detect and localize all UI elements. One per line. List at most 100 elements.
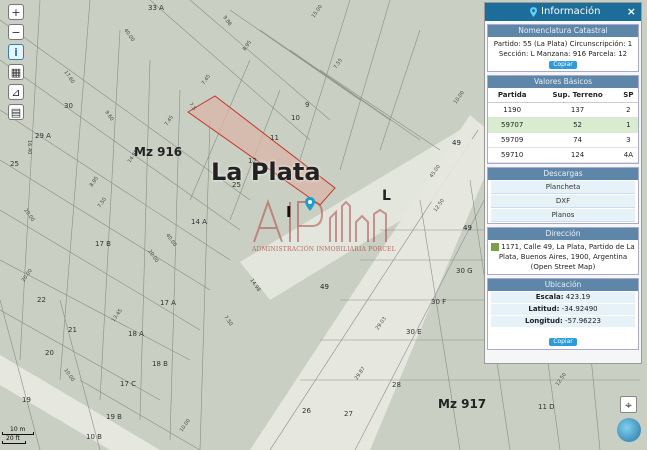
scale-bar: 10 m 20 ft: [2, 426, 42, 446]
dimension-label: 16.40: [26, 140, 32, 154]
parcel-label: 10: [291, 114, 300, 122]
latitud-label: Latitud:: [528, 305, 560, 313]
parcel-label: 21: [68, 326, 77, 334]
street-letter-i: I: [286, 203, 292, 221]
partida-cell: 1190: [488, 102, 537, 118]
parcel-label: 18 A: [128, 330, 144, 338]
parcel-label: 33 A: [148, 4, 164, 12]
watermark-caption: ADMINISTRACIÓN INMOBILIARIA PORCEL: [252, 246, 396, 253]
parcel-label: 11 D: [538, 403, 555, 411]
section-nomenclatura: Nomenclatura Catastral Partido: 55 (La P…: [487, 24, 639, 72]
locate-icon[interactable]: ⌖: [620, 396, 637, 413]
parcel-label: 10 B: [86, 433, 102, 441]
table-row[interactable]: 59710 124 4A: [488, 147, 638, 163]
parcel-label: 30 G: [456, 267, 473, 275]
scale-bar-imperial: [2, 441, 26, 444]
nomenclatura-line1: Partido: 55 (La Plata) Circunscripción: …: [493, 40, 633, 48]
parcel-label: 22: [37, 296, 46, 304]
escala-label: Escala:: [535, 293, 564, 301]
parcel-label: 19 B: [106, 413, 122, 421]
section-descargas: Descargas Plancheta DXF Planos: [487, 167, 639, 224]
location-pin-icon[interactable]: [305, 197, 315, 211]
partida-cell: 59709: [488, 132, 537, 148]
valores-table: Partida Sup. Terreno SP 1190 137 2 59707…: [488, 88, 638, 163]
location-pin-icon: [530, 7, 537, 17]
globe-icon[interactable]: [617, 418, 641, 442]
latitud-row: Latitud: -34.92490: [491, 304, 635, 315]
sp-cell: 3: [618, 132, 638, 148]
section-valores: Valores Básicos Partida Sup. Terreno SP …: [487, 75, 639, 164]
copy-button[interactable]: Copiar: [549, 338, 577, 346]
download-planos-link[interactable]: Planos: [491, 209, 635, 222]
section-header: Dirección: [488, 228, 638, 240]
latitud-value: -34.92490: [561, 305, 598, 313]
longitud-label: Longitud:: [525, 317, 563, 325]
sp-cell: 2: [618, 102, 638, 118]
parcel-label: 17 B: [95, 240, 111, 248]
partida-cell: 59707: [488, 117, 537, 133]
sp-cell: 1: [618, 117, 638, 133]
longitud-value: -57.96223: [565, 317, 601, 325]
table-row[interactable]: 1190 137 2: [488, 102, 638, 118]
download-plancheta-link[interactable]: Plancheta: [491, 181, 635, 194]
parcel-label: 18 B: [152, 360, 168, 368]
section-direccion: Dirección 1171, Calle 49, La Plata, Part…: [487, 227, 639, 275]
section-header: Nomenclatura Catastral: [488, 25, 638, 37]
parcel-label: 20: [45, 349, 54, 357]
terreno-cell: 52: [536, 117, 619, 133]
nomenclatura-line2: Sección: L Manzana: 916 Parcela: 12: [498, 50, 628, 58]
terreno-cell: 137: [536, 102, 619, 118]
close-icon[interactable]: ×: [627, 3, 636, 21]
table-row[interactable]: 59709 74 3: [488, 132, 638, 148]
parcel-label: 29 A: [35, 132, 51, 140]
measure-icon[interactable]: ⊿: [8, 84, 24, 100]
street-number: 49: [463, 224, 472, 232]
parcel-label: 26: [302, 407, 311, 415]
info-panel-header: Información ×: [485, 3, 641, 21]
parcel-label: 14 A: [191, 218, 207, 226]
download-dxf-link[interactable]: DXF: [491, 195, 635, 208]
parcel-label: 9: [305, 101, 309, 109]
terreno-cell: 124: [536, 147, 619, 163]
section-header: Descargas: [488, 168, 638, 180]
street-number: 49: [452, 139, 461, 147]
table-row-selected[interactable]: 59707 52 1: [488, 117, 638, 133]
address-text: 1171, Calle 49, La Plata, Partido de La …: [498, 243, 635, 271]
column-header: Sup. Terreno: [536, 88, 619, 103]
longitud-row: Longitud: -57.96223: [491, 316, 635, 327]
parcel-label: 27: [344, 410, 353, 418]
manzana-label-916: Mz 916: [134, 145, 183, 159]
parcel-label: 25: [10, 160, 19, 168]
select-icon[interactable]: ▦: [8, 64, 24, 80]
info-icon[interactable]: i: [8, 44, 24, 60]
street-letter-l: L: [382, 188, 391, 204]
partida-cell: 59710: [488, 147, 537, 163]
manzana-label-917: Mz 917: [438, 397, 487, 411]
parcel-label: 17 C: [120, 380, 136, 388]
street-number: 49: [320, 283, 329, 291]
parcel-label: 19: [22, 396, 31, 404]
parcel-label: 28: [392, 381, 401, 389]
info-panel-title: Información: [541, 6, 601, 17]
escala-value: 423.19: [565, 293, 591, 301]
section-header: Ubicación: [488, 279, 638, 291]
terreno-cell: 74: [536, 132, 619, 148]
column-header: SP: [618, 88, 638, 103]
map-icon: [491, 243, 500, 251]
parcel-label: 11: [270, 134, 279, 142]
escala-row: Escala: 423.19: [491, 292, 635, 303]
zoom-in-icon[interactable]: +: [8, 4, 24, 20]
section-ubicacion: Ubicación Escala: 423.19 Latitud: -34.92…: [487, 278, 639, 350]
copy-button[interactable]: Copiar: [549, 61, 577, 69]
section-header: Valores Básicos: [488, 76, 638, 88]
parcel-label: 30 F: [431, 298, 446, 306]
column-header: Partida: [488, 88, 537, 103]
info-panel: Información × Nomenclatura Catastral Par…: [484, 2, 642, 364]
zoom-out-icon[interactable]: −: [8, 24, 24, 40]
sp-cell: 4A: [618, 147, 638, 163]
parcel-label: 30: [64, 102, 73, 110]
city-label: La Plata: [211, 158, 321, 186]
map-toolbar: + − i ▦ ⊿ ▤: [8, 4, 26, 124]
print-icon[interactable]: ▤: [8, 104, 24, 120]
parcel-label: 17 A: [160, 299, 176, 307]
